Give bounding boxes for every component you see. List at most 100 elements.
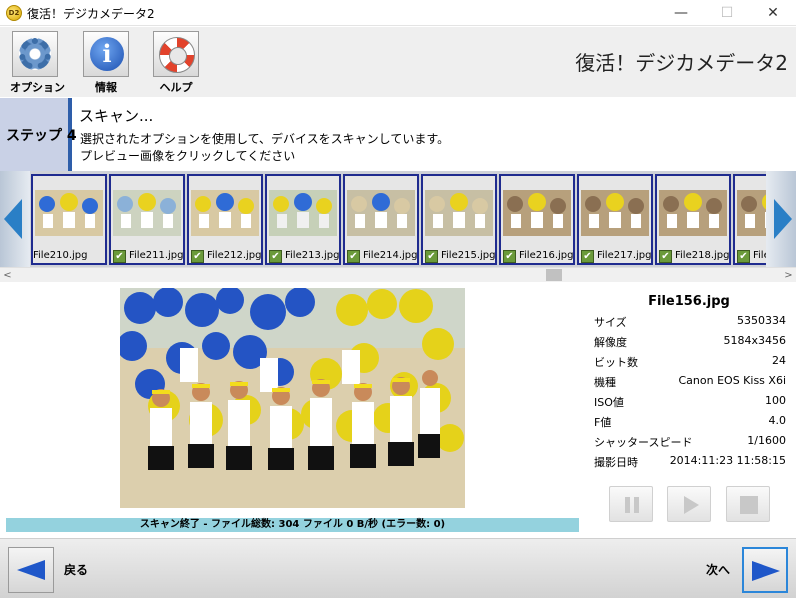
step-header: スキャン... 選択されたオプションを使用して、デバイスをスキャンしています。 … bbox=[76, 98, 796, 171]
thumbnail-item[interactable]: ✔ File214.jpg bbox=[343, 174, 419, 265]
thumbnail-image bbox=[113, 190, 181, 236]
thumbnail-filename: File214.jpg bbox=[363, 250, 418, 261]
thumbnail-image bbox=[503, 190, 571, 236]
thumbnail-image bbox=[737, 190, 766, 236]
play-button[interactable] bbox=[667, 486, 711, 522]
thumbnail-strip: File210.jpg ✔ File211.jpg ✔ File212.jpg ✔ File… bbox=[0, 171, 796, 267]
info-key: 撮影日時 bbox=[594, 456, 638, 469]
info-value: 5184x3456 bbox=[723, 334, 787, 347]
scrollbar-left-button[interactable]: < bbox=[0, 268, 15, 283]
options-button-frame[interactable] bbox=[12, 31, 58, 77]
info-key: 解像度 bbox=[594, 336, 627, 349]
preview-photo bbox=[120, 288, 465, 508]
thumbnail-filename: File213.jpg bbox=[285, 250, 340, 261]
info-button-frame[interactable]: i bbox=[83, 31, 129, 77]
thumbnail-image bbox=[347, 190, 415, 236]
gear-icon bbox=[19, 38, 51, 70]
options-label: オプション bbox=[10, 81, 65, 94]
checkmark-icon[interactable]: ✔ bbox=[737, 250, 750, 263]
pause-button[interactable] bbox=[609, 486, 653, 522]
next-arrow-icon[interactable] bbox=[742, 547, 788, 593]
scroll-right-arrow-icon[interactable] bbox=[766, 171, 796, 267]
checkmark-icon[interactable]: ✔ bbox=[503, 250, 516, 263]
checkmark-icon[interactable]: ✔ bbox=[425, 250, 438, 263]
info-row: ISO値 100 bbox=[594, 394, 786, 414]
step-description-line2: プレビュー画像をクリックしてください bbox=[80, 149, 296, 163]
checkmark-icon[interactable]: ✔ bbox=[113, 250, 126, 263]
info-row: 機種 Canon EOS Kiss X6i bbox=[594, 374, 786, 394]
info-value: 1/1600 bbox=[747, 434, 786, 447]
help-button[interactable]: ヘルプ bbox=[151, 31, 201, 95]
thumbnail-item[interactable]: ✔ File216.jpg bbox=[499, 174, 575, 265]
info-button[interactable]: i 情報 bbox=[81, 31, 131, 95]
step-description-line1: 選択されたオプションを使用して、デバイスをスキャンしています。 bbox=[80, 132, 450, 146]
maximize-button[interactable]: ☐ bbox=[704, 0, 750, 26]
brand-title: 復活！デジカメデータ2 bbox=[575, 51, 788, 75]
thumbnail-filename: File219 bbox=[753, 250, 766, 261]
stop-button[interactable] bbox=[726, 486, 770, 522]
info-row: F値 4.0 bbox=[594, 414, 786, 434]
checkmark-icon[interactable]: ✔ bbox=[269, 250, 282, 263]
info-value: 24 bbox=[772, 354, 786, 367]
thumbnail-filename: File212.jpg bbox=[207, 250, 262, 261]
scroll-left-arrow-icon[interactable] bbox=[0, 171, 30, 267]
info-row: シャッタースピード 1/1600 bbox=[594, 434, 786, 454]
thumbnail-filename: File210.jpg bbox=[33, 250, 88, 261]
info-key: F値 bbox=[594, 416, 612, 429]
thumbnail-item[interactable]: File210.jpg bbox=[31, 174, 107, 265]
checkmark-icon[interactable]: ✔ bbox=[347, 250, 360, 263]
options-button[interactable]: オプション bbox=[10, 31, 65, 95]
bottom-navigation: 戻る 次へ bbox=[0, 538, 796, 598]
scan-status: スキャン終了 - ファイル総数: 304 ファイル 0 B/秒 (エラー数: 0… bbox=[6, 518, 579, 532]
next-label[interactable]: 次へ bbox=[706, 561, 730, 578]
lifebuoy-icon bbox=[159, 37, 195, 73]
info-key: ビット数 bbox=[594, 356, 638, 369]
thumbnail-filename: File218.jpg bbox=[675, 250, 730, 261]
step-title: スキャン... bbox=[79, 107, 154, 125]
thumbnail-item[interactable]: ✔File219 bbox=[733, 174, 766, 265]
scrollbar-right-button[interactable]: > bbox=[781, 268, 796, 283]
app-icon: D2 bbox=[6, 5, 22, 21]
info-value: 5350334 bbox=[737, 314, 786, 327]
minimize-button[interactable]: — bbox=[658, 0, 704, 26]
checkmark-icon[interactable]: ✔ bbox=[581, 250, 594, 263]
thumbnail-filename: File216.jpg bbox=[519, 250, 574, 261]
info-icon: i bbox=[90, 37, 124, 71]
info-key: サイズ bbox=[594, 316, 627, 329]
thumbnail-image bbox=[35, 190, 103, 236]
thumbnail-item[interactable]: ✔ File213.jpg bbox=[265, 174, 341, 265]
title-bar: D2 復活！デジカメデータ2 — ☐ ✕ bbox=[0, 0, 796, 26]
thumbnail-image bbox=[191, 190, 259, 236]
thumbnail-filename: File215.jpg bbox=[441, 250, 496, 261]
step-indicator: ステップ 4 bbox=[0, 98, 77, 171]
help-button-frame[interactable] bbox=[153, 31, 199, 77]
info-key: ISO値 bbox=[594, 396, 624, 409]
checkmark-icon[interactable]: ✔ bbox=[191, 250, 204, 263]
info-row: 撮影日時 2014:11:23 11:58:15 bbox=[594, 454, 786, 474]
thumbnail-image bbox=[425, 190, 493, 236]
thumbnail-item[interactable]: ✔ File212.jpg bbox=[187, 174, 263, 265]
thumbnail-item[interactable]: ✔ File215.jpg bbox=[421, 174, 497, 265]
help-label: ヘルプ bbox=[159, 81, 193, 94]
info-row: ビット数 24 bbox=[594, 354, 786, 374]
thumbnail-filename: File211.jpg bbox=[129, 250, 184, 261]
info-value: Canon EOS Kiss X6i bbox=[678, 374, 787, 387]
info-value: 4.0 bbox=[768, 414, 787, 427]
thumbnail-filename: File217.jpg bbox=[597, 250, 652, 261]
preview-image[interactable] bbox=[120, 288, 465, 508]
step-description: 選択されたオプションを使用して、デバイスをスキャンしています。 プレビュー画像を… bbox=[80, 131, 449, 165]
info-filename: File156.jpg bbox=[648, 294, 730, 309]
close-button[interactable]: ✕ bbox=[750, 0, 796, 26]
back-label[interactable]: 戻る bbox=[64, 561, 88, 578]
thumbnail-item[interactable]: ✔ File218.jpg bbox=[655, 174, 731, 265]
info-row: サイズ 5350334 bbox=[594, 314, 786, 334]
thumbnail-item[interactable]: ✔ File217.jpg bbox=[577, 174, 653, 265]
checkmark-icon[interactable]: ✔ bbox=[659, 250, 672, 263]
thumbnail-image bbox=[269, 190, 337, 236]
info-key: 機種 bbox=[594, 376, 616, 389]
back-arrow-icon[interactable] bbox=[8, 547, 54, 593]
thumbnail-item[interactable]: ✔ File211.jpg bbox=[109, 174, 185, 265]
horizontal-scrollbar[interactable]: < > bbox=[0, 267, 796, 282]
scrollbar-thumb[interactable] bbox=[546, 269, 562, 281]
step-label: ステップ 4 bbox=[6, 128, 77, 144]
